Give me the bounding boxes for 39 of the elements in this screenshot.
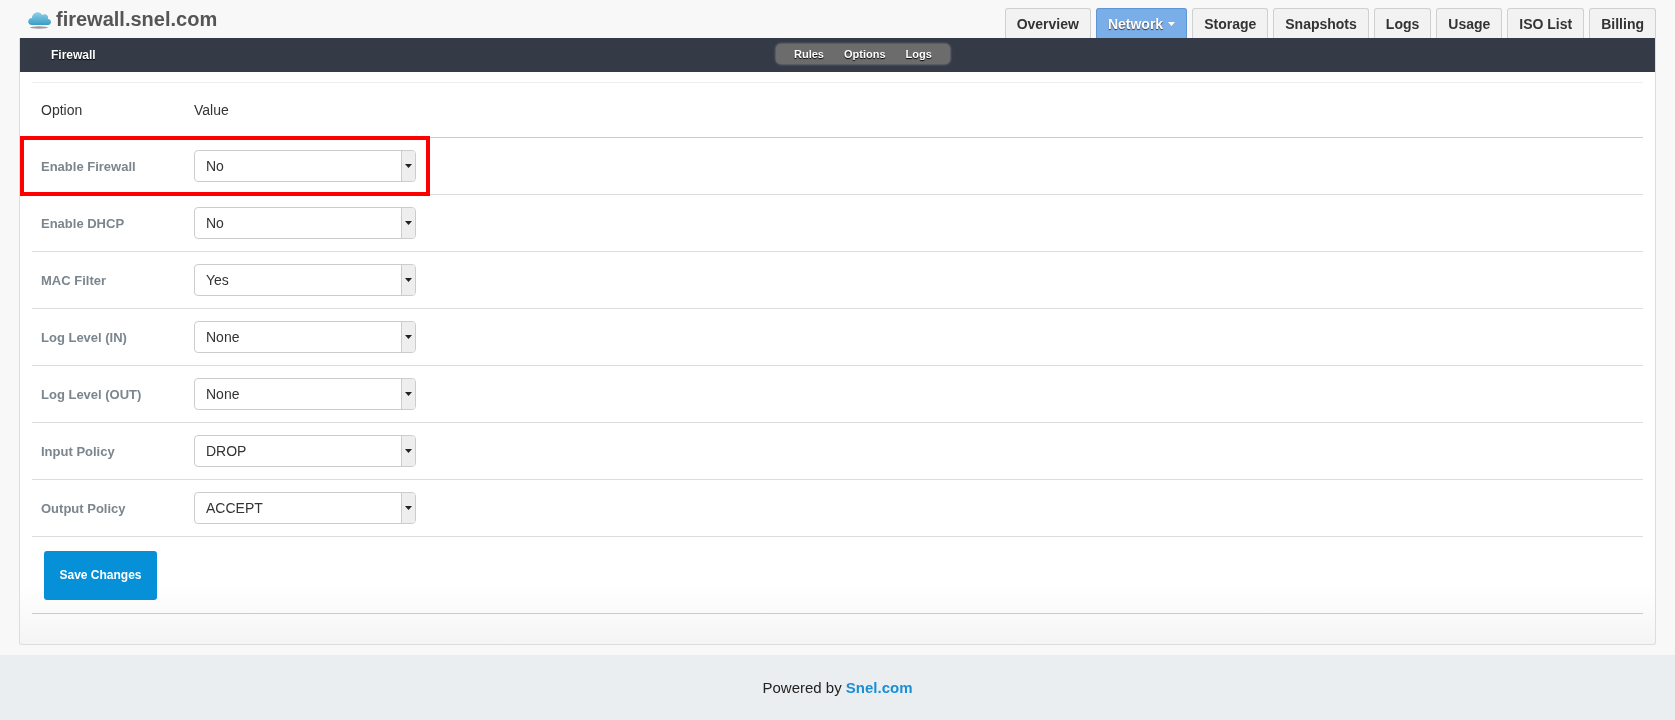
select-field[interactable]: No bbox=[194, 150, 416, 182]
option-label: MAC Filter bbox=[40, 272, 107, 288]
select-field[interactable]: No bbox=[194, 207, 416, 239]
cloud-icon bbox=[26, 9, 52, 29]
select-field[interactable]: Yes bbox=[194, 264, 416, 296]
select-field[interactable]: DROP bbox=[194, 435, 416, 467]
footer-text: Powered by Snel.com bbox=[762, 679, 913, 696]
caret-icon bbox=[405, 278, 412, 282]
select-field[interactable]: None bbox=[194, 321, 416, 353]
caret-icon bbox=[405, 335, 412, 339]
subtab-link[interactable]: Logs bbox=[897, 46, 940, 62]
nav-tab[interactable]: Overview bbox=[1004, 8, 1091, 38]
section-title: Firewall bbox=[50, 48, 96, 62]
nav-tab[interactable]: Logs bbox=[1373, 8, 1432, 38]
caret-icon bbox=[405, 164, 412, 168]
nav-tab[interactable]: ISO List bbox=[1507, 8, 1585, 38]
select-field[interactable]: ACCEPT bbox=[194, 492, 416, 524]
option-label: Log Level (OUT) bbox=[40, 386, 143, 402]
subtab-link[interactable]: Options bbox=[835, 46, 894, 62]
nav-tab[interactable]: Billing bbox=[1589, 8, 1656, 38]
option-label: Output Policy bbox=[40, 500, 127, 516]
option-label: Enable DHCP bbox=[40, 215, 126, 231]
caret-icon bbox=[1168, 21, 1176, 26]
option-label: Input Policy bbox=[40, 443, 116, 459]
caret-icon bbox=[405, 506, 412, 510]
subtab-link[interactable]: Rules bbox=[786, 46, 832, 62]
caret-icon bbox=[405, 392, 412, 396]
option-label: Enable Firewall bbox=[40, 158, 137, 174]
caret-icon bbox=[405, 449, 412, 453]
column-header: Option bbox=[40, 102, 84, 118]
nav-tab[interactable]: Usage bbox=[1436, 8, 1503, 38]
select-field[interactable]: None bbox=[194, 378, 416, 410]
nav-tab[interactable]: Snapshots bbox=[1273, 8, 1369, 38]
save-button[interactable]: Save Changes bbox=[44, 550, 157, 600]
option-label: Log Level (IN) bbox=[40, 329, 128, 345]
caret-icon bbox=[405, 221, 412, 225]
site-title: firewall.snel.com bbox=[56, 7, 218, 31]
column-header: Value bbox=[194, 102, 229, 118]
nav-tab[interactable]: Storage bbox=[1192, 8, 1269, 38]
